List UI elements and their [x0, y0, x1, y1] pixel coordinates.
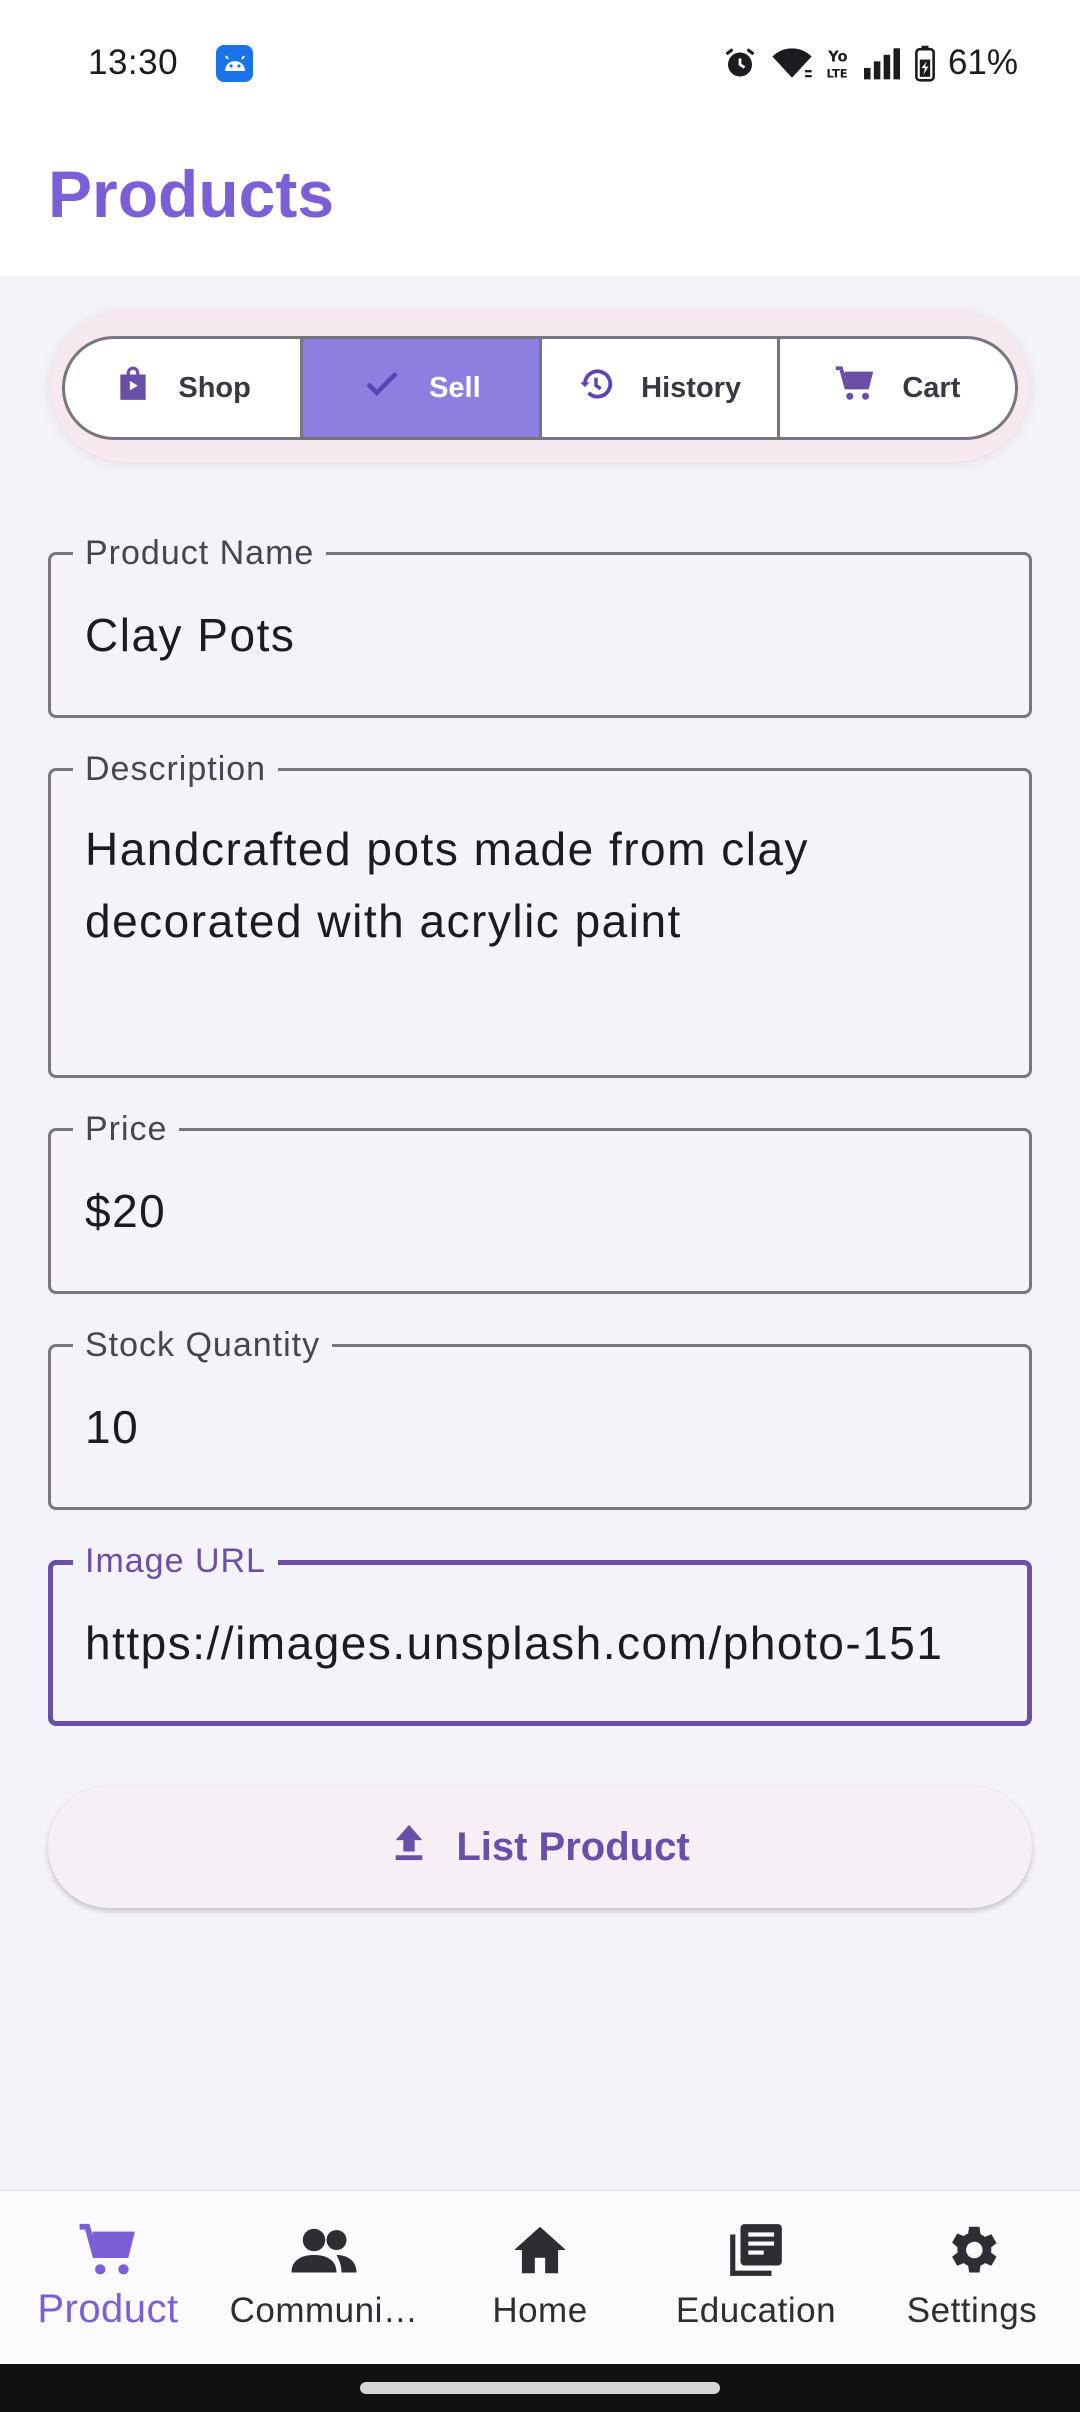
- alarm-icon: [722, 45, 758, 81]
- status-time: 13:30: [88, 43, 179, 82]
- segmented-control-container: Shop Sell History Cart: [50, 310, 1030, 462]
- product-name-value: Clay Pots: [85, 609, 296, 661]
- stock-quantity-field[interactable]: Stock Quantity 10: [48, 1325, 1032, 1510]
- signal-icon: [862, 45, 902, 81]
- nav-label: Product: [37, 2287, 179, 2331]
- svg-text:Yo: Yo: [827, 48, 847, 65]
- history-icon: [577, 365, 615, 411]
- segment-shop[interactable]: Shop: [65, 339, 304, 437]
- svg-text:LTE: LTE: [826, 67, 847, 81]
- nav-label: Home: [492, 2291, 588, 2330]
- home-icon: [509, 2219, 571, 2281]
- wifi-icon: [770, 45, 814, 81]
- nav-label: Education: [675, 2291, 837, 2330]
- price-field[interactable]: Price $20: [48, 1109, 1032, 1294]
- list-product-label: List Product: [456, 1824, 690, 1869]
- upload-icon: [390, 1821, 428, 1873]
- description-field[interactable]: Description Handcrafted pots made from c…: [48, 749, 1032, 1078]
- gear-icon: [941, 2219, 1003, 2281]
- app-header: Products: [0, 126, 1080, 276]
- product-name-label: Product Name: [73, 533, 327, 573]
- shopping-bag-icon: [114, 365, 152, 411]
- battery-icon: [914, 44, 936, 82]
- segment-history[interactable]: History: [542, 339, 780, 437]
- check-icon: [361, 363, 403, 413]
- segment-label: Sell: [429, 371, 481, 404]
- description-label: Description: [73, 749, 279, 789]
- status-bar: 13:30 Yo LTE 61%: [0, 0, 1080, 126]
- price-value: $20: [85, 1185, 167, 1237]
- battery-percent: 61%: [947, 43, 1018, 82]
- volte-icon: Yo LTE: [826, 45, 850, 81]
- stock-quantity-label: Stock Quantity: [73, 1325, 333, 1365]
- library-books-icon: [725, 2219, 787, 2281]
- stock-quantity-value: 10: [85, 1401, 140, 1453]
- nav-label: Communi…: [229, 2291, 419, 2330]
- people-icon: [289, 2219, 359, 2281]
- cart-icon: [834, 363, 876, 413]
- description-value: Handcrafted pots made from clay decorate…: [85, 823, 810, 947]
- segment-label: Cart: [902, 371, 961, 404]
- image-url-value: https://images.unsplash.com/photo-151: [85, 1617, 944, 1669]
- segment-label: History: [641, 371, 742, 404]
- page-title: Products: [48, 157, 335, 231]
- cart-icon: [77, 2219, 139, 2281]
- segmented-control: Shop Sell History Cart: [62, 336, 1018, 440]
- list-product-button[interactable]: List Product: [48, 1786, 1032, 1908]
- status-icons: Yo LTE 61%: [722, 43, 1018, 83]
- price-label: Price: [73, 1109, 180, 1149]
- gesture-handle[interactable]: [360, 2382, 720, 2394]
- image-url-field[interactable]: Image URL https://images.unsplash.com/ph…: [48, 1541, 1032, 1726]
- android-app-icon: [216, 44, 254, 82]
- segment-sell[interactable]: Sell: [303, 339, 542, 437]
- nav-label: Settings: [906, 2291, 1038, 2330]
- segment-cart[interactable]: Cart: [780, 339, 1015, 437]
- product-name-field[interactable]: Product Name Clay Pots: [48, 533, 1032, 718]
- image-url-label: Image URL: [73, 1541, 278, 1581]
- segment-label: Shop: [178, 371, 251, 404]
